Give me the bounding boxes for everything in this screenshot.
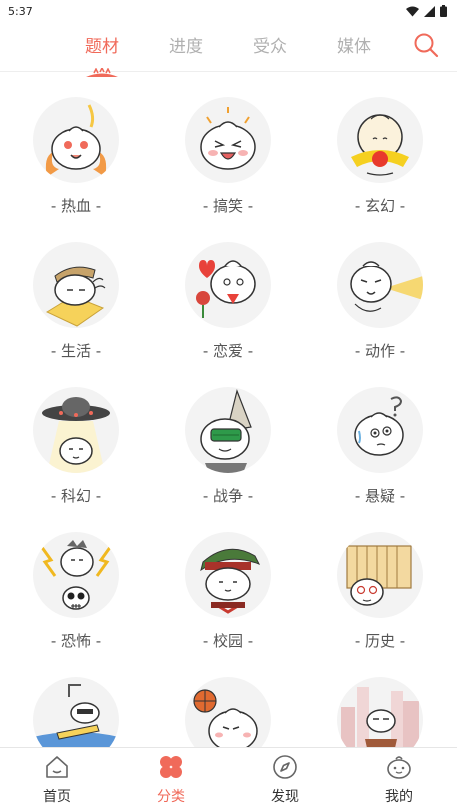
category-grid: - 热血 - - 搞笑 - - 玄幻 - - 生活 - - 恋爱 - - 动作 … <box>0 72 457 747</box>
nav-home[interactable]: 首页 <box>17 754 97 806</box>
category-label: - 悬疑 - <box>354 487 406 505</box>
category-label: - 校园 - <box>202 632 254 650</box>
category-label: - 动作 - <box>354 342 406 360</box>
wifi-icon <box>406 6 419 16</box>
category-fantasy[interactable]: - 玄幻 - <box>304 72 454 217</box>
sports-mascot-icon <box>33 677 119 747</box>
search-icon[interactable] <box>413 32 439 58</box>
category-life[interactable]: - 生活 - <box>0 217 150 362</box>
category-campus[interactable]: - 校园 - <box>152 507 302 652</box>
category-label: - 战争 - <box>202 487 254 505</box>
mystery-mascot-icon <box>337 387 423 473</box>
category-label: - 热血 - <box>50 197 102 215</box>
category-label: - 搞笑 - <box>202 197 254 215</box>
compass-icon <box>273 755 297 779</box>
city-mascot-icon <box>337 677 423 747</box>
horror-mascot-icon <box>33 532 119 618</box>
category-label: - 玄幻 - <box>354 197 406 215</box>
profile-icon <box>387 756 411 779</box>
category-mystery[interactable]: - 悬疑 - <box>304 362 454 507</box>
status-icons <box>406 5 447 17</box>
nav-category[interactable]: 分类 <box>131 754 211 806</box>
tab-media-label: 媒体 <box>337 37 371 57</box>
category-comedy[interactable]: - 搞笑 - <box>152 72 302 217</box>
category-label: - 科幻 - <box>50 487 102 505</box>
category-sports[interactable] <box>0 652 150 747</box>
hot-blood-mascot-icon <box>33 97 119 183</box>
home-icon <box>46 756 68 778</box>
category-history[interactable]: - 历史 - <box>304 507 454 652</box>
tab-progress-label: 进度 <box>169 37 203 57</box>
category-romance[interactable]: - 恋爱 - <box>152 217 302 362</box>
category-label: - 历史 - <box>354 632 406 650</box>
nav-category-label: 分类 <box>157 789 185 805</box>
campus-mascot-icon <box>185 532 271 618</box>
nav-discover-label: 发现 <box>271 789 299 805</box>
comedy-mascot-icon <box>185 97 271 183</box>
action-mascot-icon <box>337 242 423 328</box>
category-action[interactable]: - 动作 - <box>304 217 454 362</box>
nav-profile-label: 我的 <box>385 789 413 805</box>
scifi-mascot-icon <box>33 387 119 473</box>
category-icon <box>160 756 182 778</box>
tab-subject-label: 题材 <box>85 37 119 57</box>
category-basketball[interactable] <box>152 652 302 747</box>
category-tabs: 题材 进度 受众 媒体 <box>0 22 457 77</box>
fantasy-mascot-icon <box>337 97 423 183</box>
category-label: - 恋爱 - <box>202 342 254 360</box>
status-time: 5:37 <box>8 4 33 18</box>
category-label: - 生活 - <box>50 342 102 360</box>
tab-subject[interactable]: 题材 <box>72 32 132 77</box>
tab-audience[interactable]: 受众 <box>240 32 300 57</box>
war-mascot-icon <box>185 387 271 473</box>
category-scifi[interactable]: - 科幻 - <box>0 362 150 507</box>
romance-mascot-icon <box>185 242 271 328</box>
life-mascot-icon <box>33 242 119 328</box>
category-hot-blood[interactable]: - 热血 - <box>0 72 150 217</box>
category-horror[interactable]: - 恐怖 - <box>0 507 150 652</box>
tab-audience-label: 受众 <box>253 37 287 57</box>
status-bar: 5:37 <box>0 0 457 22</box>
category-city[interactable] <box>304 652 454 747</box>
basketball-mascot-icon <box>185 677 271 747</box>
battery-icon <box>440 5 447 17</box>
bottom-nav: 首页 分类 发现 我的 <box>0 747 457 812</box>
nav-discover[interactable]: 发现 <box>245 754 325 806</box>
history-mascot-icon <box>337 532 423 618</box>
tab-media[interactable]: 媒体 <box>324 32 384 57</box>
nav-profile[interactable]: 我的 <box>359 754 439 806</box>
category-label: - 恐怖 - <box>50 632 102 650</box>
tab-progress[interactable]: 进度 <box>156 32 216 57</box>
signal-icon <box>424 5 435 17</box>
nav-home-label: 首页 <box>43 789 71 805</box>
category-war[interactable]: - 战争 - <box>152 362 302 507</box>
